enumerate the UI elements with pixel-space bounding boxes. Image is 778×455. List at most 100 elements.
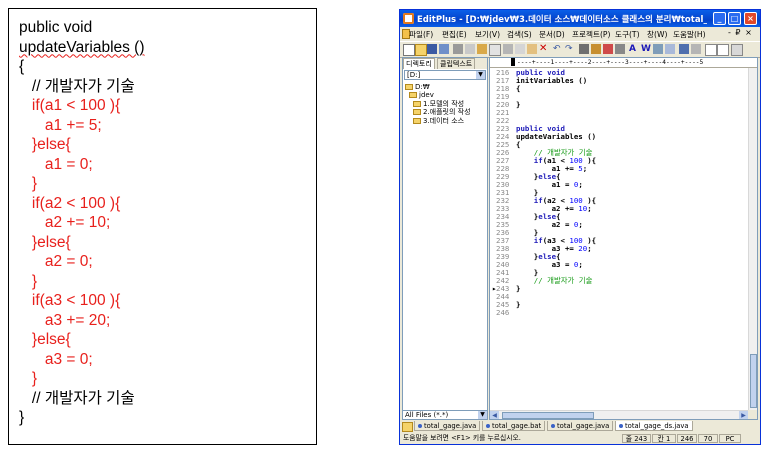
file-tabs: total_gage.java total_gage.bat total_gage.… [400,421,760,432]
editplus-window: EditPlus - [D:₩jdev₩3.데이터 소스₩데이터소스 클래스의 … [399,9,761,445]
code-line: // 개발자가 기술 [19,77,135,95]
tree-item[interactable]: 2.애플릿의 작성 [405,108,471,116]
code-line: }else{ [19,136,71,153]
paste-icon[interactable] [527,44,537,54]
tile-icon[interactable] [717,44,729,56]
drive-select[interactable]: [D:] ▼ [404,70,486,80]
maximize-button[interactable]: □ [728,12,741,25]
spellcheck-icon[interactable] [477,44,487,54]
open-folder-icon[interactable] [415,44,427,56]
file-tab-icon [619,424,623,428]
code-line[interactable]: 246 [492,309,596,317]
code-line: a3 = 0; [19,350,93,368]
menu-item[interactable]: 문서(D) [539,29,565,40]
vertical-scrollbar[interactable] [748,68,757,410]
wordwrap-icon[interactable]: W [641,44,651,54]
menu-item[interactable]: 도움말(H) [673,29,706,40]
menu-item[interactable]: 보기(V) [475,29,500,40]
redo-icon[interactable]: ↷ [565,44,575,54]
tree-item-label: D:₩ [415,83,430,91]
copy-icon[interactable] [515,44,525,54]
save-icon[interactable] [427,44,437,54]
editplus-app-icon[interactable] [403,13,414,24]
code-token: ; [582,164,588,174]
file-tab[interactable]: total_gage_ds.java [615,421,693,431]
align-icon[interactable] [653,44,663,54]
code-line: if(a3 < 100 ){ [19,292,121,309]
ruler-icon[interactable] [679,44,689,54]
file-tab[interactable]: total_gage.bat [482,421,546,431]
code-line: } [19,370,38,387]
tree-item[interactable]: D:₩ [405,83,471,91]
new-file-icon[interactable] [403,44,415,56]
undo-icon[interactable]: ↶ [553,44,563,54]
delete-icon[interactable]: ✕ [539,44,549,54]
font-icon[interactable]: A [629,44,639,54]
page-icon[interactable] [489,44,501,56]
tab-directory[interactable]: 디렉토리 [403,58,435,69]
cascade-icon[interactable] [731,44,743,56]
mdi-controls[interactable]: - ₽ × [728,28,753,37]
menu-item[interactable]: 검색(S) [507,29,532,40]
close-button[interactable]: × [744,12,757,25]
code-line: if(a2 < 100 ){ [19,194,121,212]
drive-select-value: [D:] [407,71,421,79]
title-bar[interactable]: EditPlus - [D:₩jdev₩3.데이터 소스₩데이터소스 클래스의 … [400,10,760,27]
print-preview-icon[interactable] [465,44,475,54]
window-icon[interactable] [705,44,717,56]
window-title: EditPlus - [D:₩jdev₩3.데이터 소스₩데이터소스 클래스의 … [417,15,707,25]
file-filter-select[interactable]: All Files (*.*) ▼ [402,410,488,420]
folder-icon [413,117,421,124]
menu-item[interactable]: 편집(E) [442,29,467,40]
folder-icon [405,84,413,90]
tree-item[interactable]: 3.데이터 소스 [405,117,471,125]
code-line: a3 += 20; [19,311,111,329]
tree-item[interactable]: jdev [405,91,471,99]
file-tab-label: total_gage.bat [492,422,542,430]
scroll-left-icon[interactable]: ◀ [490,411,499,419]
editor-code[interactable]: 216 public void 217 initVariables () 218{219… [492,68,597,317]
code-token: ; [578,220,583,230]
print-icon[interactable] [453,44,463,54]
tree-item-label: jdev [419,91,434,100]
scroll-right-icon[interactable]: ▶ [739,411,748,419]
horizontal-scroll-thumb[interactable] [502,412,594,419]
chevron-down-icon[interactable]: ▼ [476,71,485,79]
tree-item[interactable]: 1.모델의 작성 [405,100,471,108]
horizontal-scrollbar[interactable]: ◀ ▶ [490,410,748,419]
menu-item[interactable]: 창(W) [647,29,667,40]
save-all-icon[interactable] [439,44,449,54]
chevron-down-icon[interactable]: ▼ [478,411,487,419]
file-tab[interactable]: total_gage.java [414,421,481,431]
line-number-icon[interactable] [665,44,675,54]
status-total-lines: 246 [677,434,697,443]
goto-icon[interactable] [603,44,613,54]
code-line: } [19,272,38,290]
code-line: updateVariables () [19,38,145,56]
code-token: ; [587,244,592,254]
directory-tree: D:₩ jdev 1.모델의 작성 2.애플릿의 작성 3.데이터 소스 [405,83,471,125]
scroll-corner [748,410,757,419]
menu-item[interactable]: 도구(T) [615,29,640,40]
code-token: updateVariables () [516,132,597,142]
column-icon[interactable] [691,44,701,54]
cut-icon[interactable] [503,44,513,54]
find-icon[interactable] [579,44,589,54]
directory-tabs: 디렉토리 클립텍스트 [403,58,487,69]
status-column: 칸 1 [652,434,676,443]
file-tab-label: total_gage.java [424,422,477,430]
code-editor[interactable]: ----+----1----+----2----+----3----+----4… [489,57,758,420]
folder-icon[interactable] [402,422,413,432]
menu-item[interactable]: 프로젝트(P) [572,29,610,40]
replace-icon[interactable] [591,44,601,54]
file-filter-value: All Files (*.*) [405,411,449,419]
code-token: ; [578,180,583,190]
menu-item[interactable]: 파일(F) [409,29,433,40]
vertical-scroll-thumb[interactable] [750,354,757,408]
code-token: ; [587,204,592,214]
marker-icon[interactable] [615,44,625,54]
tab-cliptext[interactable]: 클립텍스트 [437,58,476,69]
file-tab[interactable]: total_gage.java [547,421,614,431]
directory-pane: 디렉토리 클립텍스트 [D:] ▼ D:₩ jdev 1.모델의 작성 2.애플릿의 … [402,57,488,419]
minimize-button[interactable]: _ [713,12,726,25]
